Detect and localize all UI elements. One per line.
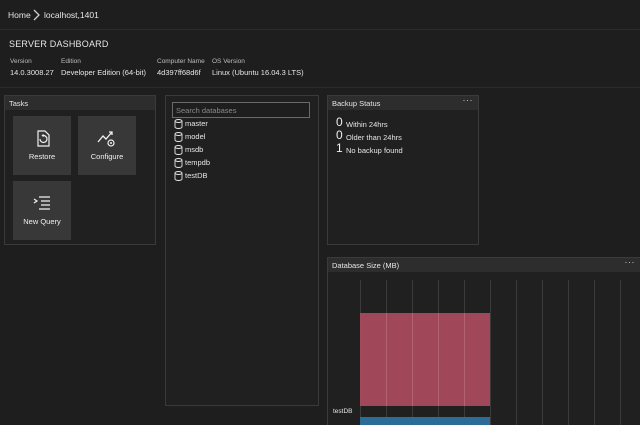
- search-placeholder: Search databases: [176, 106, 237, 115]
- database-name: testDB: [185, 171, 208, 180]
- new-query-label: New Query: [23, 217, 61, 226]
- new-query-button[interactable]: New Query: [13, 181, 71, 240]
- restore-button[interactable]: Restore: [13, 116, 71, 175]
- search-databases-input[interactable]: Search databases: [172, 102, 310, 118]
- database-name: model: [185, 132, 206, 141]
- database-name: tempdb: [185, 158, 211, 167]
- backup-label-older: Older than 24hrs: [346, 133, 402, 142]
- breadcrumb-server[interactable]: localhost,1401: [44, 10, 99, 20]
- os-version-label: OS Version: [212, 58, 245, 65]
- page-title: SERVER DASHBOARD: [9, 39, 109, 49]
- backup-count-within: 0: [336, 115, 343, 129]
- os-version-value: Linux (Ubuntu 16.04.3 LTS): [212, 68, 304, 77]
- tasks-title: Tasks: [9, 99, 29, 108]
- more-icon[interactable]: ···: [463, 95, 474, 105]
- database-icon: [174, 171, 183, 181]
- backup-label-within: Within 24hrs: [346, 120, 388, 129]
- backup-count-none: 1: [336, 141, 343, 155]
- database-icon: [174, 132, 183, 142]
- backup-label-none: No backup found: [346, 146, 403, 155]
- backup-status-header: Backup Status ···: [328, 95, 478, 110]
- tasks-panel: Tasks Restore Configure New Query: [4, 95, 156, 245]
- database-name: msdb: [185, 145, 204, 154]
- edition-value: Developer Edition (64-bit): [61, 68, 147, 77]
- configure-button[interactable]: Configure: [78, 116, 136, 175]
- computer-name-label: Computer Name: [157, 58, 205, 65]
- breadcrumb: Home localhost,1401: [0, 0, 640, 30]
- new-query-icon: [33, 196, 50, 210]
- database-size-title: Database Size (MB): [332, 261, 400, 270]
- database-icon: [174, 145, 183, 155]
- version-value: 14.0.3008.27: [10, 68, 54, 77]
- computer-name-value: 4d397ff68d6f: [157, 68, 201, 77]
- header-divider: [0, 87, 640, 88]
- database-icon: [174, 158, 183, 168]
- restore-icon: [37, 130, 50, 147]
- breadcrumb-home[interactable]: Home: [8, 10, 31, 20]
- database-size-chart: [360, 280, 621, 425]
- backup-status-panel: Backup Status ···: [327, 95, 479, 245]
- more-icon[interactable]: ···: [625, 257, 636, 267]
- tasks-panel-header: Tasks: [5, 96, 155, 110]
- chart-category-label: testDB: [333, 408, 353, 415]
- database-icon: [174, 119, 183, 129]
- database-size-header: Database Size (MB) ···: [328, 257, 640, 272]
- configure-icon: [97, 131, 115, 147]
- backup-count-older: 0: [336, 128, 343, 142]
- edition-label: Edition: [61, 58, 81, 65]
- restore-label: Restore: [28, 152, 56, 161]
- version-label: Version: [10, 58, 32, 65]
- backup-status-title: Backup Status: [332, 99, 381, 108]
- bar-series-0[interactable]: [360, 313, 490, 406]
- database-name: master: [185, 119, 208, 128]
- chevron-right-icon: [33, 9, 40, 21]
- configure-label: Configure: [90, 152, 124, 161]
- databases-panel: [165, 95, 319, 406]
- bar-series-1[interactable]: [360, 417, 490, 425]
